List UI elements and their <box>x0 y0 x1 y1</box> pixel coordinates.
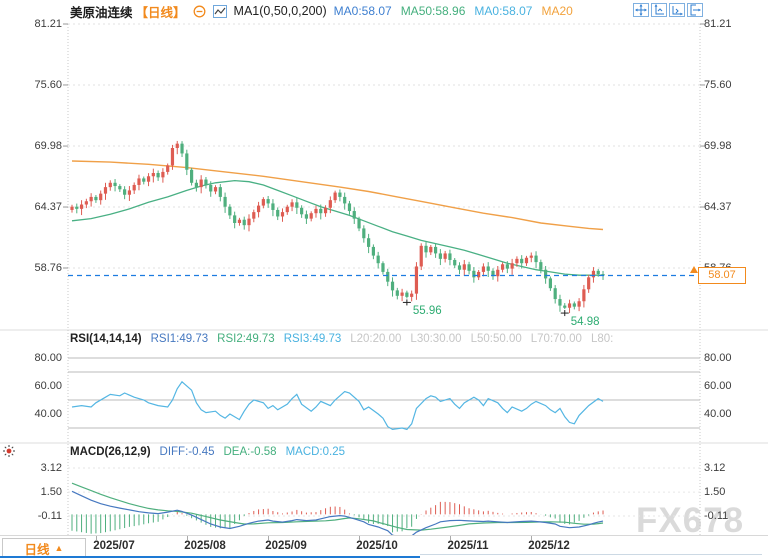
instrument-title: 美原油连续 <box>70 2 133 21</box>
indicator-level: L70:70.00 <box>531 333 582 346</box>
macd-y-axis-label: -0.11 <box>2 511 62 522</box>
main-y-axis-label: 64.37 <box>704 202 732 213</box>
time-axis-bar: 日线 ▲ 2025/07 2025/08 2025/09 2025/10 2025/11… <box>0 535 768 558</box>
indicator-name: RSI(14,14,14) <box>70 333 142 346</box>
x-axis-label: 2025/12 <box>517 540 581 552</box>
rsi-y-axis-label: 60.00 <box>704 381 732 392</box>
ma-settings-label: MA1(0,50,0,200) <box>234 4 327 18</box>
rsi-legend: RSI(14,14,14) RSI1:49.73 RSI2:49.73 RSI3:49… <box>70 333 613 346</box>
timeframe-button-label: 日线 <box>25 539 50 558</box>
ma-legend: MA0:58.07 MA50:58.96 MA0:58.07 MA20 <box>334 4 573 18</box>
price-annotation: 55.96 <box>413 305 442 317</box>
indicator-level: L20:20.00 <box>350 333 401 346</box>
legend-item: MA50:58.96 <box>401 4 466 18</box>
indicator-name: MACD(26,12,9) <box>70 446 151 459</box>
main-y-axis-label: 58.76 <box>2 263 62 274</box>
timeframe-button[interactable]: 日线 ▲ <box>2 538 86 558</box>
last-price-value: 58.07 <box>708 269 736 281</box>
indicator-level: L50:50.00 <box>471 333 522 346</box>
move-icon[interactable] <box>633 3 649 17</box>
chart-canvas[interactable] <box>0 0 768 558</box>
main-y-axis-label: 69.98 <box>704 141 732 152</box>
indicator-value: RSI1:49.73 <box>151 333 209 346</box>
scrollbar-track[interactable] <box>420 554 762 555</box>
last-price-label: 58.07 <box>698 267 746 284</box>
timeframe-tag: 【日线】 <box>136 2 186 21</box>
main-y-axis-label: 81.21 <box>2 19 62 30</box>
main-y-axis-label: 69.98 <box>2 141 62 152</box>
macd-y-axis-label: -0.11 <box>704 511 728 522</box>
main-y-axis-label: 75.60 <box>2 80 62 91</box>
rsi-y-axis-label: 40.00 <box>2 409 62 420</box>
rsi-y-axis-label: 80.00 <box>704 353 732 364</box>
main-y-axis-label: 75.60 <box>704 80 732 91</box>
legend-item: MA20 <box>541 4 572 18</box>
indicator-value: MACD:0.25 <box>286 446 345 459</box>
price-up-arrow-icon <box>690 266 698 273</box>
chart-header: 美原油连续 【日线】 MA1(0,50,0,200) MA0:58.07 MA50… <box>70 3 573 19</box>
chart-app: FX678 美原油连续 【日线】 MA1(0,50,0,200) MA0:58.… <box>0 0 768 558</box>
indicator-value: RSI3:49.73 <box>284 333 342 346</box>
indicator-level: L30:30.00 <box>410 333 461 346</box>
indicator-value: DEA:-0.58 <box>224 446 277 459</box>
collapse-circle-minus-icon[interactable] <box>193 5 206 18</box>
triangle-up-icon: ▲ <box>55 544 64 553</box>
indicator-settings-icon[interactable] <box>2 444 16 463</box>
indicator-value: RSI2:49.73 <box>217 333 275 346</box>
macd-y-axis-label: 1.50 <box>2 487 62 498</box>
rsi-y-axis-label: 40.00 <box>704 409 732 420</box>
macd-y-axis-label: 3.12 <box>704 463 725 474</box>
macd-legend: MACD(26,12,9) DIFF:-0.45 DEA:-0.58 MACD:0.2… <box>70 446 345 459</box>
axis-scale-right-icon[interactable] <box>669 3 685 17</box>
indicator-level: L80: <box>591 333 613 346</box>
legend-item: MA0:58.07 <box>334 4 392 18</box>
axis-scale-up-icon[interactable] <box>651 3 667 17</box>
pane-exit-right-icon[interactable] <box>687 3 703 17</box>
main-y-axis-label: 81.21 <box>704 19 732 30</box>
rsi-y-axis-label: 60.00 <box>2 381 62 392</box>
x-axis-label: 2025/10 <box>345 540 409 552</box>
macd-y-axis-label: 3.12 <box>2 463 62 474</box>
x-axis-label: 2025/09 <box>254 540 318 552</box>
main-y-axis-label: 64.37 <box>2 202 62 213</box>
legend-item: MA0:58.07 <box>474 4 532 18</box>
x-axis-label: 2025/08 <box>173 540 237 552</box>
indicator-chart-icon[interactable] <box>213 5 227 18</box>
indicator-value: DIFF:-0.45 <box>160 446 215 459</box>
macd-y-axis-label: 1.50 <box>704 487 725 498</box>
x-axis-label: 2025/11 <box>436 540 500 552</box>
x-axis-label: 2025/07 <box>82 540 146 552</box>
chart-toolbar <box>633 3 703 17</box>
price-annotation: 54.98 <box>571 316 600 328</box>
rsi-y-axis-label: 80.00 <box>2 353 62 364</box>
